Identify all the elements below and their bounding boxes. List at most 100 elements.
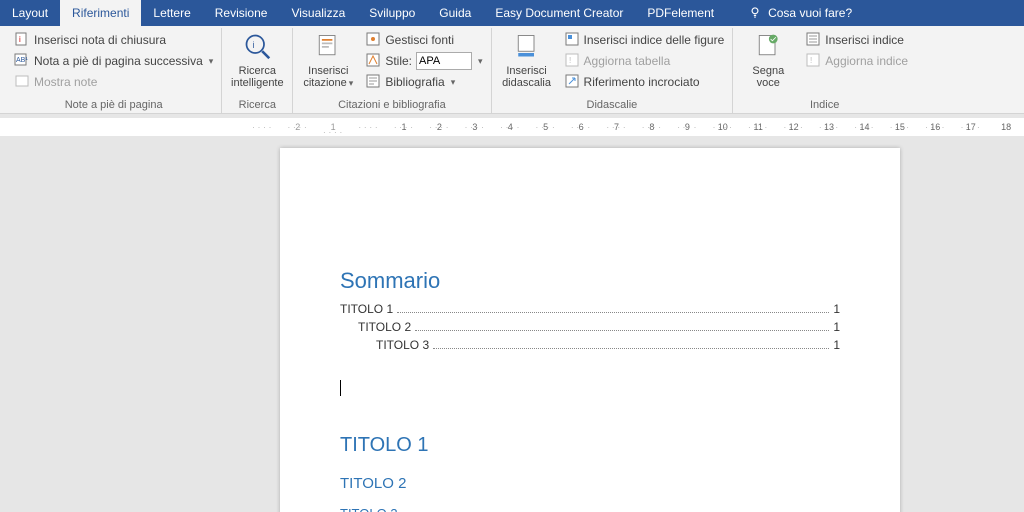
- insert-table-of-figures-button[interactable]: Inserisci indice delle figure: [562, 30, 727, 50]
- tab-strip: Layout Riferimenti Lettere Revisione Vis…: [0, 0, 1024, 26]
- ribbon: i Inserisci nota di chiusura AB¹ Nota a …: [0, 26, 1024, 114]
- svg-text:i: i: [253, 40, 255, 50]
- cross-reference-icon: [564, 73, 580, 92]
- chevron-down-icon: ▾: [209, 56, 214, 67]
- chevron-down-icon: ▾: [451, 77, 456, 88]
- ruler-mark: 18: [988, 122, 1023, 132]
- group-citations-label: Citazioni e bibliografia: [299, 97, 484, 113]
- bibliography-button[interactable]: Bibliografia ▾: [363, 72, 484, 92]
- insert-citation-button[interactable]: Inserisci citazione▾: [299, 30, 357, 89]
- tell-me-search[interactable]: Cosa vuoi fare?: [736, 0, 864, 26]
- group-captions-label: Didascalie: [498, 97, 727, 113]
- group-index: Segna voce Inserisci indice ! Aggiorna i…: [733, 28, 916, 113]
- toc-title: Sommario: [340, 268, 840, 294]
- group-citations: Inserisci citazione▾ Gestisci fonti Stil…: [293, 28, 491, 113]
- group-footnotes: i Inserisci nota di chiusura AB¹ Nota a …: [6, 28, 222, 113]
- insert-index-label: Inserisci indice: [825, 33, 904, 47]
- toc-leader-dots: [433, 338, 829, 349]
- insert-citation-icon: [314, 32, 342, 63]
- next-footnote-icon: AB¹: [14, 52, 30, 71]
- svg-text:i: i: [19, 35, 21, 44]
- manage-sources-label: Gestisci fonti: [385, 33, 454, 47]
- insert-index-button[interactable]: Inserisci indice: [803, 30, 910, 50]
- update-table-button[interactable]: ! Aggiorna tabella: [562, 51, 727, 71]
- heading-2[interactable]: TITOLO 2: [340, 475, 840, 492]
- tab-developer[interactable]: Sviluppo: [357, 0, 427, 26]
- toc-entry-page: 1: [833, 302, 840, 316]
- insert-tof-label: Inserisci indice delle figure: [584, 33, 725, 47]
- lightbulb-icon: [748, 5, 762, 22]
- tab-layout[interactable]: Layout: [0, 0, 60, 26]
- document-page[interactable]: Sommario TITOLO 1 1 TITOLO 2 1 TITOLO 3 1 TIT…: [280, 148, 900, 512]
- cross-reference-label: Riferimento incrociato: [584, 75, 700, 89]
- mark-entry-label: Segna voce: [739, 65, 797, 89]
- insert-endnote-button[interactable]: i Inserisci nota di chiusura: [12, 30, 215, 50]
- group-index-label: Indice: [739, 97, 910, 113]
- smart-lookup-icon: i: [243, 32, 271, 63]
- tab-view[interactable]: Visualizza: [279, 0, 357, 26]
- document-workspace: Sommario TITOLO 1 1 TITOLO 2 1 TITOLO 3 1 TIT…: [0, 136, 1024, 512]
- bibliography-label: Bibliografia: [385, 75, 444, 89]
- endnote-icon: i: [14, 31, 30, 50]
- insert-endnote-label: Inserisci nota di chiusura: [34, 33, 166, 47]
- update-index-icon: !: [805, 52, 821, 71]
- group-research: i Ricerca intelligente Ricerca: [222, 28, 293, 113]
- toc-entry-text: TITOLO 2: [358, 320, 411, 334]
- toc-entry[interactable]: TITOLO 1 1: [340, 302, 840, 316]
- smart-lookup-label: Ricerca intelligente: [228, 65, 286, 89]
- bibliography-icon: [365, 73, 381, 92]
- smart-lookup-button[interactable]: i Ricerca intelligente: [228, 30, 286, 89]
- toc-entry[interactable]: TITOLO 2 1: [340, 320, 840, 334]
- update-table-label: Aggiorna tabella: [584, 54, 671, 68]
- chevron-down-icon: ▾: [478, 56, 483, 67]
- table-of-figures-icon: [564, 31, 580, 50]
- show-notes-label: Mostra note: [34, 75, 97, 89]
- text-cursor: [340, 380, 341, 396]
- toc-leader-dots: [415, 320, 829, 331]
- group-footnotes-label: Note a piè di pagina: [12, 97, 215, 113]
- citation-style-select[interactable]: Stile: ▾: [363, 51, 484, 71]
- toc-entry-text: TITOLO 1: [340, 302, 393, 316]
- svg-text:!: !: [810, 56, 812, 65]
- tab-easy-document-creator[interactable]: Easy Document Creator: [483, 0, 635, 26]
- next-footnote-label: Nota a piè di pagina successiva: [34, 54, 203, 68]
- insert-index-icon: [805, 31, 821, 50]
- toc-leader-dots: [397, 302, 829, 313]
- update-table-icon: !: [564, 52, 580, 71]
- insert-caption-button[interactable]: Inserisci didascalia: [498, 30, 556, 89]
- update-index-button[interactable]: ! Aggiorna indice: [803, 51, 910, 71]
- horizontal-ruler[interactable]: 21123456789101112131415161718: [0, 118, 1024, 136]
- manage-sources-button[interactable]: Gestisci fonti: [363, 30, 484, 50]
- tab-references[interactable]: Riferimenti: [60, 0, 141, 26]
- style-icon: [365, 52, 381, 71]
- toc-entry-page: 1: [833, 338, 840, 352]
- tell-me-label: Cosa vuoi fare?: [768, 6, 852, 20]
- insert-caption-icon: [513, 32, 541, 63]
- update-index-label: Aggiorna indice: [825, 54, 908, 68]
- show-notes-button[interactable]: Mostra note: [12, 72, 215, 92]
- toc-entry-text: TITOLO 3: [376, 338, 429, 352]
- heading-1[interactable]: TITOLO 1: [340, 434, 840, 457]
- next-footnote-button[interactable]: AB¹ Nota a piè di pagina successiva ▾: [12, 51, 215, 71]
- toc-entry[interactable]: TITOLO 3 1: [340, 338, 840, 352]
- table-of-contents[interactable]: TITOLO 1 1 TITOLO 2 1 TITOLO 3 1: [340, 302, 840, 352]
- toc-entry-page: 1: [833, 320, 840, 334]
- mark-entry-icon: [754, 32, 782, 63]
- mark-entry-button[interactable]: Segna voce: [739, 30, 797, 89]
- insert-citation-label: Inserisci citazione: [303, 65, 348, 89]
- insert-caption-label: Inserisci didascalia: [498, 65, 556, 89]
- chevron-down-icon: ▾: [349, 78, 354, 88]
- tab-review[interactable]: Revisione: [203, 0, 280, 26]
- svg-text:!: !: [569, 56, 571, 65]
- tab-help[interactable]: Guida: [427, 0, 483, 26]
- tab-pdfelement[interactable]: PDFelement: [635, 0, 726, 26]
- heading-3[interactable]: TITOLO 3: [340, 506, 840, 512]
- show-notes-icon: [14, 73, 30, 92]
- citation-style-label: Stile:: [385, 54, 412, 68]
- citation-style-input[interactable]: [416, 52, 472, 70]
- group-research-label: Ricerca: [228, 97, 286, 113]
- cross-reference-button[interactable]: Riferimento incrociato: [562, 72, 727, 92]
- tab-letters[interactable]: Lettere: [141, 0, 202, 26]
- group-captions: Inserisci didascalia Inserisci indice de…: [492, 28, 734, 113]
- svg-text:AB¹: AB¹: [16, 57, 28, 64]
